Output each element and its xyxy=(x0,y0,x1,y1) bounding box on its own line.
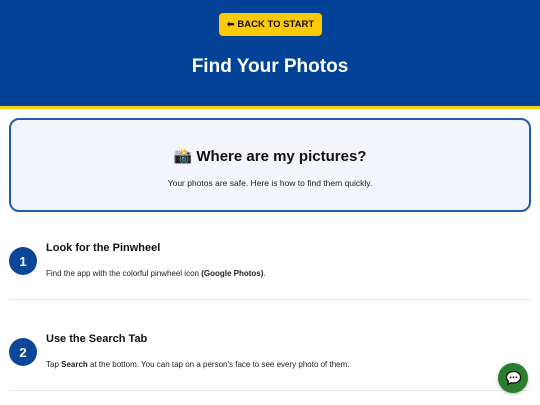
intro-card-title: 📸 Where are my pictures? xyxy=(11,147,529,165)
step-divider xyxy=(9,299,531,300)
step-2-title: Use the Search Tab xyxy=(46,333,148,345)
step-2-text: Tap Search at the bottom. You can tap on… xyxy=(46,360,350,369)
step-1-number: 1 xyxy=(9,247,37,275)
chat-bubble-icon xyxy=(505,370,521,386)
page-title: Find Your Photos xyxy=(191,56,349,77)
intro-card-title-text: Where are my pictures? xyxy=(196,148,367,165)
camera-icon: 📸 xyxy=(173,148,193,165)
intro-card-subtitle: Your photos are safe. Here is how to fin… xyxy=(167,178,373,188)
step-divider xyxy=(9,390,531,391)
chat-button[interactable] xyxy=(498,363,528,393)
back-to-start-button[interactable]: ⬅ BACK TO START xyxy=(219,13,322,36)
step-1-text: Find the app with the colorful pinwheel … xyxy=(46,269,266,278)
intro-card: 📸 Where are my pictures? Your photos are… xyxy=(9,118,531,212)
step-2-number: 2 xyxy=(9,338,37,366)
step-1-title: Look for the Pinwheel xyxy=(46,242,161,254)
back-to-start-label: BACK TO START xyxy=(237,19,315,30)
back-arrow-icon: ⬅ xyxy=(226,19,235,29)
